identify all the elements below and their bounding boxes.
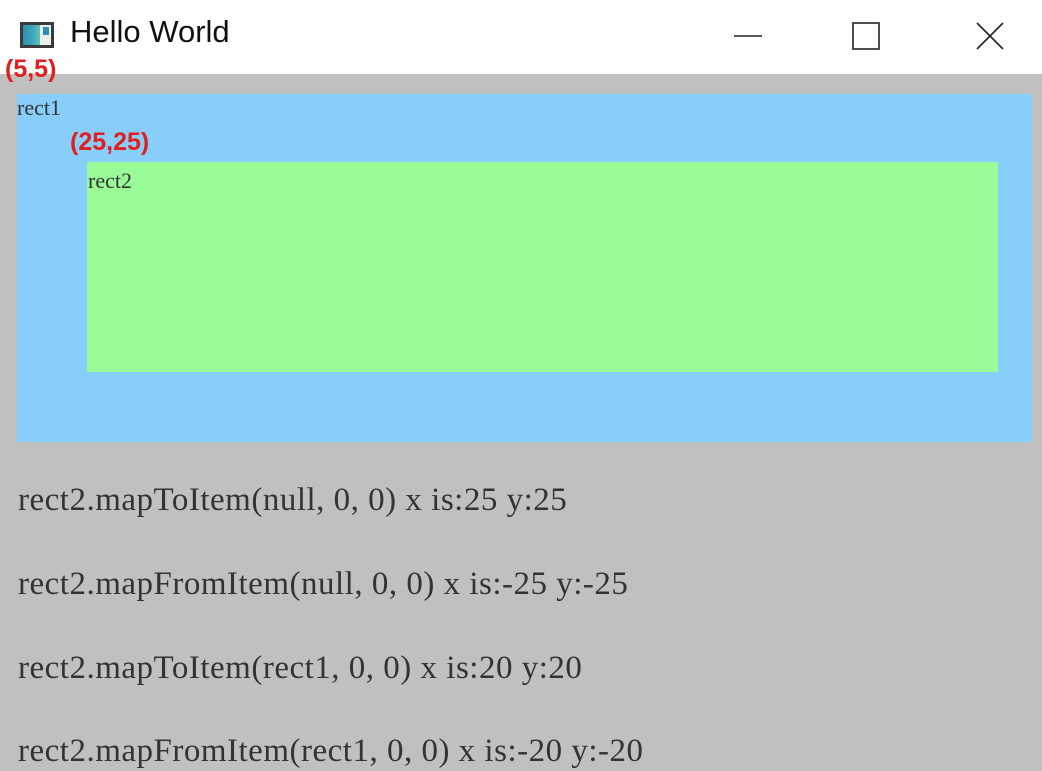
close-button[interactable] xyxy=(960,12,1020,60)
app-icon xyxy=(20,22,54,48)
rect1-label: rect1 xyxy=(17,95,61,120)
minimize-button[interactable] xyxy=(718,12,778,60)
title-bar[interactable]: Hello World xyxy=(0,0,1042,74)
result-line-map-from-null: rect2.mapFromItem(null, 0, 0) x is:-25 y… xyxy=(18,566,629,602)
rect1-origin-annotation: (5,5) xyxy=(5,55,57,83)
result-line-map-from-rect1: rect2.mapFromItem(rect1, 0, 0) x is:-20 … xyxy=(18,733,644,769)
result-line-map-to-rect1: rect2.mapToItem(rect1, 0, 0) x is:20 y:2… xyxy=(18,650,583,686)
maximize-icon xyxy=(852,22,880,50)
rect2 xyxy=(87,162,998,372)
maximize-button[interactable] xyxy=(836,12,896,60)
window-title: Hello World xyxy=(70,14,230,49)
result-line-map-to-null: rect2.mapToItem(null, 0, 0) x is:25 y:25 xyxy=(18,482,568,518)
close-icon xyxy=(976,22,1004,50)
minimize-icon xyxy=(734,35,762,37)
app-window: Hello World rect1 rect2 (5,5) (25,25) re… xyxy=(0,0,1042,771)
rect2-label: rect2 xyxy=(88,168,132,193)
rect2-origin-annotation: (25,25) xyxy=(70,128,150,156)
